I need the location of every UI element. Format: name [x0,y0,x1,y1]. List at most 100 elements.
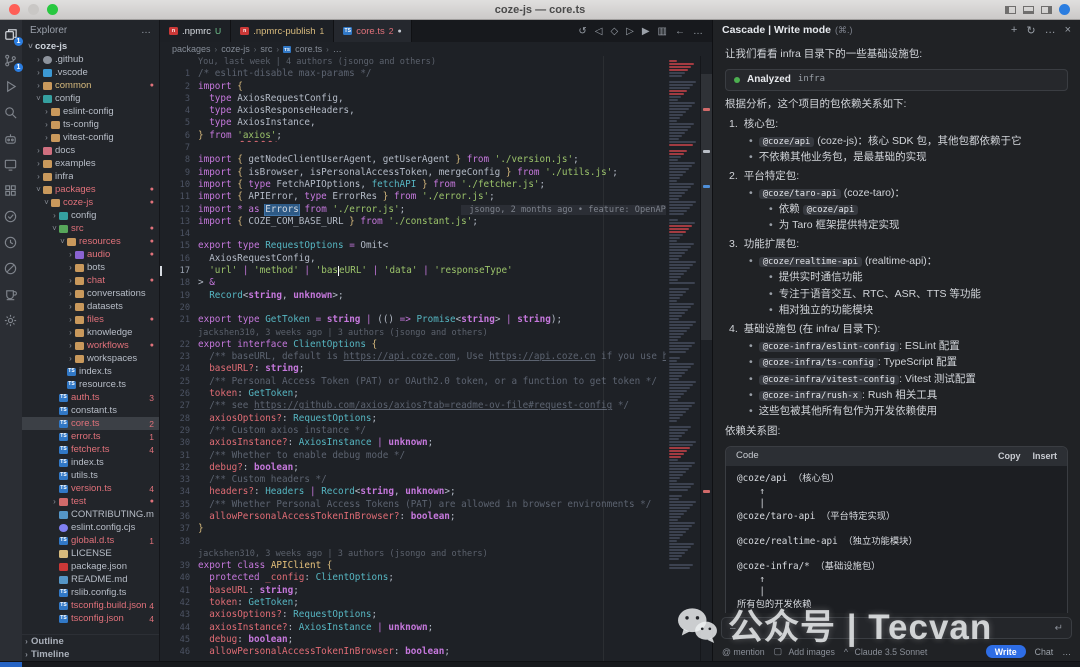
tree-item-core.ts[interactable]: TScore.ts2 [22,417,159,430]
tree-item-knowledge[interactable]: ›knowledge [22,326,159,339]
activity-jupyter[interactable] [3,287,19,303]
cascade-input[interactable]: – ↵ [721,617,1072,639]
tree-item-tsconfig.build.json[interactable]: TStsconfig.build.json4 [22,599,159,612]
insert-button[interactable]: Insert [1032,451,1057,463]
zoom-window-button[interactable] [47,4,58,15]
code-editor[interactable]: You, last week | 4 authors (jsongo and o… [160,56,712,661]
run-file-icon[interactable]: ▶ [642,26,650,37]
tree-item-global.d.ts[interactable]: TSglobal.d.ts1 [22,534,159,547]
breadcrumb-segment[interactable]: packages [172,44,211,54]
activity-history[interactable] [3,235,19,251]
timeline-section[interactable]: ›Timeline [22,648,159,661]
tree-item-config[interactable]: ˅config [22,92,159,105]
activity-run-debug[interactable] [3,79,19,95]
tree-item-index.ts[interactable]: TSindex.ts [22,365,159,378]
timeline-history-icon[interactable]: ↺ [578,26,586,37]
tree-item-coze-js[interactable]: ˅coze-js● [22,196,159,209]
outline-section[interactable]: ›Outline [22,635,159,648]
activity-disabled[interactable] [3,261,19,277]
tree-item-resource.ts[interactable]: TSresource.ts [22,378,159,391]
tree-item-package.json[interactable]: package.json [22,560,159,573]
more-options-icon[interactable]: … [1045,24,1056,37]
package-chip[interactable]: @coze-infra/ts-config [759,358,878,368]
tree-item-src[interactable]: ˅src● [22,222,159,235]
tree-item-rslib.config.ts[interactable]: TSrslib.config.ts [22,586,159,599]
toggle-primary-sidebar-icon[interactable] [1005,6,1016,14]
tree-item-eslint-config[interactable]: ›eslint-config [22,105,159,118]
tree-item-tsconfig.json[interactable]: TStsconfig.json4 [22,612,159,625]
activity-settings[interactable] [3,313,19,329]
activity-remote-window[interactable] [3,157,19,173]
tree-item-chat[interactable]: ›chat● [22,274,159,287]
write-mode-button[interactable]: Write [986,645,1026,658]
tree-item-coze-js[interactable]: ˅coze-js [22,40,159,53]
package-chip[interactable]: @coze/api [803,205,859,215]
chat-mode-button[interactable]: Chat [1035,647,1054,657]
breadcrumb-more[interactable]: … [333,44,342,54]
tree-item-ts-config[interactable]: ›ts-config [22,118,159,131]
package-chip[interactable]: @coze/api [759,137,815,147]
tab-.npmrc-publish[interactable]: n.npmrc-publish1 [231,20,334,42]
tree-item-utils.ts[interactable]: TSutils.ts [22,469,159,482]
tree-item-bots[interactable]: ›bots [22,261,159,274]
tree-item-constant.ts[interactable]: TSconstant.ts [22,404,159,417]
activity-check-status[interactable] [3,209,19,225]
nav-dot-icon[interactable]: ◇ [610,26,618,37]
package-chip[interactable]: @coze-infra/eslint-config [759,342,899,352]
tree-item-vitest-config[interactable]: ›vitest-config [22,131,159,144]
remote-indicator[interactable] [0,662,22,667]
tree-item-docs[interactable]: ›docs [22,144,159,157]
breadcrumb-segment[interactable]: coze-js [221,44,250,54]
tree-item-README.md[interactable]: README.md [22,573,159,586]
more-actions-icon[interactable]: … [693,26,703,37]
package-chip[interactable]: @coze/realtime-api [759,257,862,267]
tree-item-config[interactable]: ›config [22,209,159,222]
tree-item-examples[interactable]: ›examples [22,157,159,170]
overview-ruler[interactable] [700,56,712,661]
tree-item-.vscode[interactable]: ›.vscode [22,66,159,79]
tree-item-files[interactable]: ›files● [22,313,159,326]
activity-search[interactable] [3,105,19,121]
close-window-button[interactable] [9,4,20,15]
tab-.npmrc[interactable]: n.npmrcU [160,20,231,42]
assistant-status-icon[interactable] [1059,4,1070,15]
new-conversation-icon[interactable]: + [1011,24,1017,37]
scrollbar-thumb[interactable] [701,74,712,340]
activity-extensions[interactable] [3,183,19,199]
breadcrumb-segment[interactable]: src [260,44,272,54]
explorer-more-icon[interactable]: … [141,25,151,36]
package-chip[interactable]: @coze-infra/rush-x [759,391,862,401]
tree-item-conversations[interactable]: ›conversations [22,287,159,300]
conversation-history-icon[interactable]: ↻ [1026,24,1035,37]
tree-item-eslint.config.cjs[interactable]: eslint.config.cjs [22,521,159,534]
back-arrow-icon[interactable]: ← [675,26,685,37]
package-chip[interactable]: @coze/taro-api [759,189,841,199]
split-editor-icon[interactable]: ▥ [658,26,667,37]
analyzed-status[interactable]: Analyzedinfra [725,69,1068,91]
minimap[interactable] [666,56,700,661]
tree-item-error.ts[interactable]: TSerror.ts1 [22,430,159,443]
nav-forward-icon[interactable]: ▷ [626,26,634,37]
model-selector[interactable]: ^ Claude 3.5 Sonnet [844,647,927,657]
nav-back-icon[interactable]: ◁ [595,26,603,37]
tree-item-datasets[interactable]: ›datasets [22,300,159,313]
tree-item-resources[interactable]: ˅resources● [22,235,159,248]
tree-item-workflows[interactable]: ›workflows● [22,339,159,352]
tree-item-index.ts[interactable]: TSindex.ts [22,456,159,469]
tree-item-.github[interactable]: ›.github [22,53,159,66]
mention-button[interactable]: @ mention [722,647,765,657]
minimize-window-button[interactable] [28,4,39,15]
tree-item-infra[interactable]: ›infra [22,170,159,183]
tree-item-audio[interactable]: ›audio● [22,248,159,261]
tree-item-common[interactable]: ›common● [22,79,159,92]
toggle-secondary-sidebar-icon[interactable] [1041,6,1052,14]
tree-item-packages[interactable]: ˅packages● [22,183,159,196]
activity-explorer[interactable]: 1 [3,27,19,43]
tree-item-version.ts[interactable]: TSversion.ts4 [22,482,159,495]
tab-core.ts[interactable]: TScore.ts2● [334,20,411,42]
copy-button[interactable]: Copy [998,451,1021,463]
breadcrumb-file[interactable]: core.ts [295,44,322,54]
mode-more-button[interactable]: … [1062,647,1071,657]
tree-item-test[interactable]: ›test● [22,495,159,508]
close-panel-icon[interactable]: × [1065,24,1071,37]
